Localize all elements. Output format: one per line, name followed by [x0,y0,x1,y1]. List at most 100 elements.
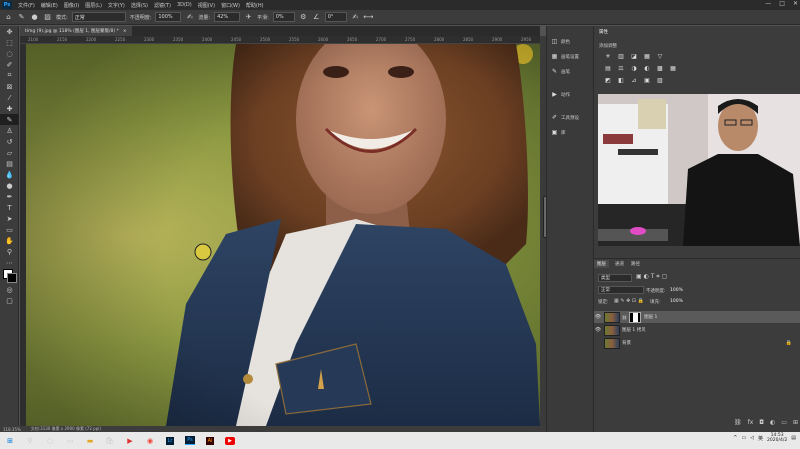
add-mask-icon[interactable]: ◘ [759,419,764,426]
dodge-tool-icon[interactable]: ● [0,180,19,191]
menu-filter[interactable]: 滤镜(T) [151,2,174,9]
layer-filter-select[interactable]: 类型 [598,274,632,282]
invert-icon[interactable]: ◩ [604,76,612,84]
opacity-input[interactable]: 100% [155,12,182,22]
quick-select-tool-icon[interactable]: ✐ [0,59,19,70]
tray-chevron-icon[interactable]: ^ [733,435,737,441]
lasso-tool-icon[interactable]: ◌ [0,48,19,59]
layer-mask-thumbnail[interactable] [629,311,642,323]
menu-image[interactable]: 图像(I) [61,2,82,9]
frame-tool-icon[interactable]: ⊠ [0,81,19,92]
menu-file[interactable]: 文件(F) [15,2,38,9]
language-indicator[interactable]: 英 [758,435,763,442]
document-tab-close-icon[interactable]: × [123,29,127,34]
smoothing-gear-icon[interactable]: ⚙ [299,13,308,22]
layer-row-layer1-copy[interactable]: 👁 图层 1 拷贝 [594,324,800,336]
volume-icon[interactable]: ◁ [750,435,754,441]
marquee-tool-icon[interactable]: ⬚ [0,37,19,48]
hue-saturation-icon[interactable]: ▤ [604,64,612,72]
pressure-opacity-icon[interactable]: ✍ [185,13,194,22]
blend-mode-select[interactable]: 正常 [598,286,644,294]
smooth-input[interactable]: 0% [272,12,295,22]
youtube-icon[interactable]: ▶ [222,434,238,447]
menu-3d[interactable]: 3D(D) [174,2,195,8]
photoshop-app-icon[interactable]: Ps [2,1,12,9]
media-player-icon[interactable]: ▶ [122,434,138,447]
brush-tool-icon[interactable]: ✎ [17,13,26,22]
angle-input[interactable]: 0° [324,12,347,22]
channel-mixer-icon[interactable]: ▩ [656,64,664,72]
history-brush-tool-icon[interactable]: ↺ [0,136,19,147]
panel-tool-presets[interactable]: ✐ 工具预设 [547,110,593,125]
illustrator-icon[interactable]: Ai [202,434,218,447]
zoom-tool-icon[interactable]: ⚲ [0,246,19,257]
levels-icon[interactable]: ▥ [617,52,625,60]
document-canvas[interactable] [26,44,540,426]
eyedropper-tool-icon[interactable]: ⁄ [0,92,19,103]
panel-libraries[interactable]: ▣ 库 [547,125,593,140]
brush-preset-picker[interactable]: ● [30,13,39,22]
eraser-tool-icon[interactable]: ▱ [0,147,19,158]
menu-type[interactable]: 文字(Y) [105,2,128,9]
tab-channels[interactable]: 通道 [612,260,627,268]
layer-row-background[interactable]: 背景 🔒 [594,337,800,349]
brush-tool-icon[interactable]: ✎ [0,114,19,125]
panel-actions[interactable]: ▶ 动作 [547,87,593,102]
menu-layer[interactable]: 图层(L) [82,2,105,9]
layer-filter-icons[interactable]: ▣ ◐ T ⌗ ▢ [636,273,667,281]
shape-tool-icon[interactable]: ▭ [0,224,19,235]
adjustment-layer-icon[interactable]: ◐ [770,419,775,426]
home-icon[interactable]: ⌂ [4,13,13,22]
clone-stamp-tool-icon[interactable]: ♙ [0,125,19,136]
group-icon[interactable]: ▭ [781,419,787,426]
brush-settings-icon[interactable]: ▨ [43,13,52,22]
more-tools-icon[interactable]: ⋯ [0,257,19,268]
exposure-icon[interactable]: ▦ [643,52,651,60]
lock-icons[interactable]: ▦ ✎ ✥ ⊡ 🔒 [614,298,644,304]
link-layers-icon[interactable]: ⛓ [734,419,742,426]
selective-color-icon[interactable]: ▨ [656,76,664,84]
color-balance-icon[interactable]: ⚖ [617,64,625,72]
curves-icon[interactable]: ◪ [630,52,638,60]
blur-tool-icon[interactable]: 💧 [0,169,19,180]
pressure-size-icon[interactable]: ✍ [351,13,360,22]
posterize-icon[interactable]: ◧ [617,76,625,84]
color-lookup-icon[interactable]: ▦ [669,64,677,72]
photoshop-icon[interactable]: Ps [182,434,198,447]
flow-input[interactable]: 42% [214,12,241,22]
type-tool-icon[interactable]: T [0,202,19,213]
lightroom-icon[interactable]: Lr [162,434,178,447]
panel-brushes[interactable]: ✎ 画笔 [547,64,593,79]
minimize-button[interactable]: — [765,0,771,7]
edge-icon[interactable]: ▭ [62,434,78,447]
close-button[interactable]: ✕ [793,0,798,7]
tab-properties[interactable]: 属性 [596,28,611,36]
clock[interactable]: 14:53 2020/4/2 [767,433,787,443]
visibility-eye-icon[interactable]: 👁 [594,314,602,320]
layer-opacity-value[interactable]: 100% [670,288,683,293]
menu-select[interactable]: 选择(S) [128,2,151,9]
menu-window[interactable]: 窗口(W) [218,2,243,9]
layer-style-icon[interactable]: fx [748,419,754,426]
path-select-tool-icon[interactable]: ➤ [0,213,19,224]
tab-paths[interactable]: 路径 [628,260,643,268]
menu-help[interactable]: 帮助(H) [243,2,267,9]
symmetry-icon[interactable]: ⟷ [363,13,373,22]
tab-layers[interactable]: 图层 [594,260,609,268]
file-explorer-icon[interactable]: ▬ [82,434,98,447]
move-tool-icon[interactable]: ✥ [0,26,19,37]
quick-mask-icon[interactable]: ◎ [0,284,19,295]
new-layer-icon[interactable]: ⊞ [793,419,798,426]
visibility-eye-icon[interactable]: 👁 [594,327,602,333]
gradient-map-icon[interactable]: ▣ [643,76,651,84]
store-icon[interactable]: 🛍 [102,434,118,447]
photo-filter-icon[interactable]: ◐ [643,64,651,72]
mode-select[interactable]: 正常 [71,12,126,22]
screen-mode-icon[interactable]: ▢ [0,295,19,306]
panel-brush-settings[interactable]: ▦ 画笔设置 [547,49,593,64]
brightness-icon[interactable]: ☀ [604,52,612,60]
document-tab[interactable]: timg (9).jpg @ 118% (图层 1, 图层蒙版/8) * × [20,26,132,36]
mask-link-icon[interactable]: ⛓ [622,315,627,320]
healing-brush-tool-icon[interactable]: ✚ [0,103,19,114]
network-icon[interactable]: ▭ [741,435,746,441]
